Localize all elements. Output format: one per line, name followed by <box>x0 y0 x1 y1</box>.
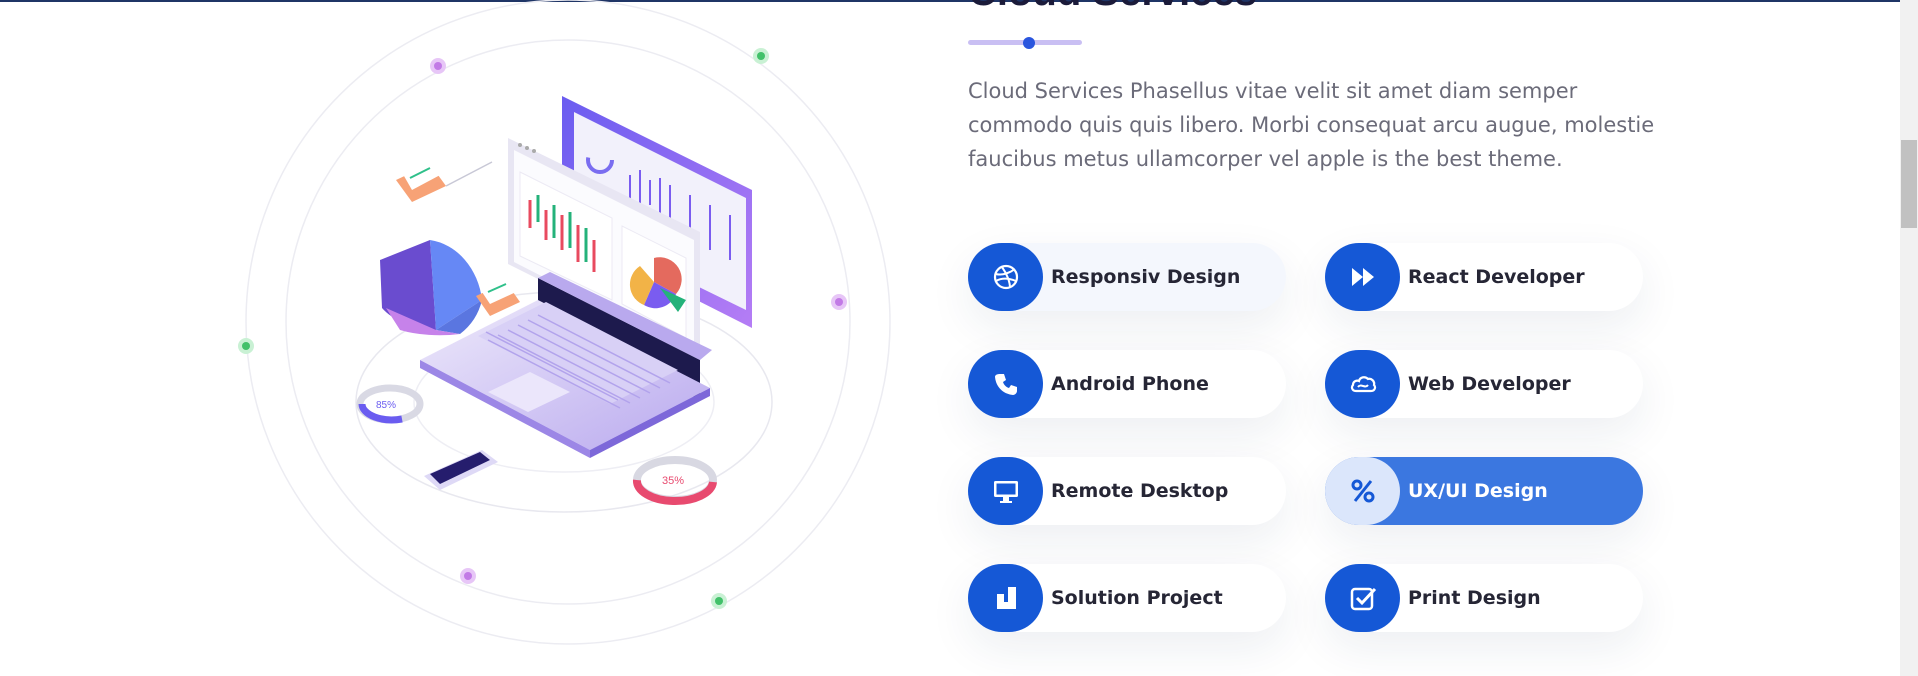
phone-icon <box>968 350 1043 418</box>
fast-forward-icon <box>1325 243 1400 311</box>
service-label: Solution Project <box>1051 587 1223 609</box>
title-underline-dot <box>1023 37 1035 49</box>
desktop-icon <box>968 457 1043 525</box>
service-label: React Developer <box>1408 266 1585 288</box>
dribbble-icon <box>968 243 1043 311</box>
section-title: Cloud Services <box>968 0 1257 12</box>
page-scrollbar[interactable] <box>1900 0 1918 676</box>
deviantart-icon <box>968 564 1043 632</box>
phone-device <box>424 450 498 490</box>
check-square-icon <box>1325 564 1400 632</box>
service-label: Print Design <box>1408 587 1541 609</box>
scrollbar-thumb[interactable] <box>1901 140 1917 228</box>
service-responsiv-design[interactable]: Responsiv Design <box>968 243 1286 311</box>
connector-line <box>445 161 493 187</box>
envelope-icon <box>476 280 520 316</box>
percent-icon <box>1325 457 1400 525</box>
service-label: Web Developer <box>1408 373 1571 395</box>
service-print-design[interactable]: Print Design <box>1325 564 1643 632</box>
cloud-services-illustration: 85% 35% <box>238 0 891 645</box>
service-remote-desktop[interactable]: Remote Desktop <box>968 457 1286 525</box>
percent-ring-badge: 85% <box>356 384 424 424</box>
service-label: Android Phone <box>1051 373 1209 395</box>
service-label: UX/UI Design <box>1408 480 1548 502</box>
hero-illustration: 85% 35% <box>230 0 900 676</box>
service-label: Remote Desktop <box>1051 480 1229 502</box>
cloud-icon <box>1325 350 1400 418</box>
service-solution-project[interactable]: Solution Project <box>968 564 1286 632</box>
service-ux-ui-design[interactable]: UX/UI Design <box>1325 457 1643 525</box>
service-react-developer[interactable]: React Developer <box>1325 243 1643 311</box>
ring-badge-value: 85% <box>376 400 396 411</box>
envelope-icon <box>396 160 446 202</box>
service-android-phone[interactable]: Android Phone <box>968 350 1286 418</box>
section-description: Cloud Services Phasellus vitae velit sit… <box>968 79 1655 171</box>
pie-chart-3d <box>380 240 482 336</box>
service-label: Responsiv Design <box>1051 266 1241 288</box>
service-web-developer[interactable]: Web Developer <box>1325 350 1643 418</box>
gauge-badge-value: 35% <box>662 475 684 487</box>
